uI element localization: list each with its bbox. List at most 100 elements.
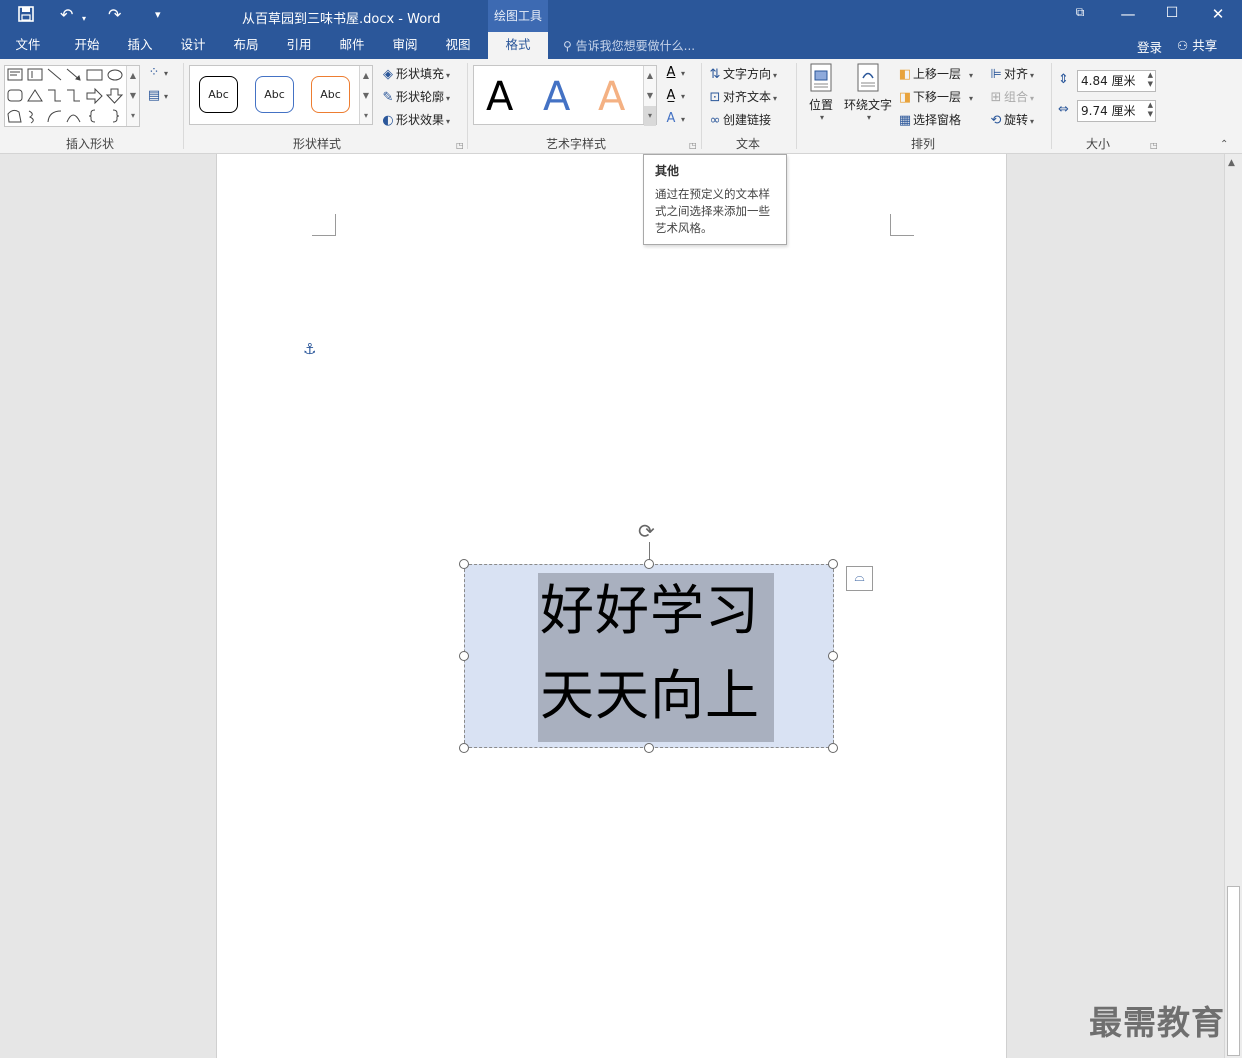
text-direction-icon: ⇅ bbox=[709, 67, 721, 82]
shape-fill-button[interactable]: ◈ 形状填充 ▾ bbox=[380, 65, 450, 82]
align-button[interactable]: ⊫ 对齐 ▾ bbox=[988, 65, 1034, 82]
group-separator bbox=[796, 63, 797, 149]
shape-style-gallery[interactable]: Abc Abc Abc ▲ ▼ ▾ bbox=[189, 65, 373, 125]
scroll-up-icon[interactable]: ▲ bbox=[1228, 158, 1235, 168]
tell-me-search[interactable]: ⚲ 告诉我您想要做什么... bbox=[563, 37, 695, 54]
text-direction-button[interactable]: ⇅ 文字方向 ▾ bbox=[707, 65, 777, 82]
save-icon[interactable] bbox=[18, 6, 34, 26]
resize-handle-top-right[interactable] bbox=[828, 559, 838, 569]
wordart-style-orange[interactable]: A bbox=[598, 74, 625, 120]
resize-handle-left[interactable] bbox=[459, 651, 469, 661]
share-button[interactable]: ⚇ 共享 bbox=[1177, 35, 1217, 54]
maximize-icon[interactable]: ☐ bbox=[1158, 5, 1186, 21]
tab-home[interactable]: 开始 bbox=[66, 32, 108, 59]
width-spinner[interactable]: ▲ ▼ bbox=[1148, 101, 1153, 119]
rotation-handle-line bbox=[649, 542, 650, 560]
position-icon bbox=[810, 63, 832, 92]
edit-shape-button[interactable]: ⁘ ▾ bbox=[146, 65, 168, 80]
tab-insert[interactable]: 插入 bbox=[120, 32, 160, 59]
text-box-button[interactable]: ▤ ▾ bbox=[146, 88, 168, 103]
text-fill-icon: A bbox=[666, 65, 676, 80]
send-backward-label: 下移一层 bbox=[913, 90, 962, 104]
height-spinner[interactable]: ▲ ▼ bbox=[1148, 71, 1153, 89]
tab-layout[interactable]: 布局 bbox=[226, 32, 266, 59]
redo-icon[interactable]: ↷ bbox=[108, 6, 121, 24]
rotation-handle-icon[interactable]: ⟳ bbox=[638, 519, 655, 543]
bring-forward-label: 上移一层 bbox=[913, 67, 962, 81]
layout-options-icon[interactable]: ⌓ bbox=[846, 566, 873, 591]
resize-handle-top[interactable] bbox=[644, 559, 654, 569]
vertical-scrollbar[interactable]: ▲ bbox=[1224, 154, 1242, 1058]
send-backward-button[interactable]: ◨ 下移一层 ▾ bbox=[897, 88, 973, 105]
close-icon[interactable]: ✕ bbox=[1204, 5, 1232, 23]
ribbon-display-options-icon[interactable]: ⧉ bbox=[1066, 5, 1094, 20]
undo-icon[interactable]: ↶ bbox=[60, 6, 73, 24]
tab-design[interactable]: 设计 bbox=[173, 32, 213, 59]
tab-file[interactable]: 文件 bbox=[8, 32, 48, 59]
position-button[interactable]: 位置 ▾ bbox=[806, 63, 836, 123]
text-box-shape[interactable]: 好好学习 天天向上 bbox=[464, 564, 834, 748]
crop-mark-top-left bbox=[312, 214, 336, 236]
text-effects-button[interactable]: A ▾ bbox=[663, 111, 685, 126]
undo-dropdown-icon[interactable]: ▾ bbox=[82, 10, 86, 28]
resize-handle-top-left[interactable] bbox=[459, 559, 469, 569]
group-objects-button[interactable]: ⊞ 组合 ▾ bbox=[988, 88, 1034, 105]
shape-width-input[interactable]: 9.74 厘米 ▲ ▼ bbox=[1077, 100, 1156, 122]
tab-references[interactable]: 引用 bbox=[279, 32, 319, 59]
wordart-gallery[interactable]: A A A ▲ ▼ ▾ bbox=[473, 65, 657, 126]
wrap-text-label: 环绕文字 bbox=[843, 98, 892, 112]
bring-forward-button[interactable]: ◧ 上移一层 ▾ bbox=[897, 65, 973, 82]
tab-format[interactable]: 格式 bbox=[488, 32, 548, 59]
wordart-dialog-launcher-icon[interactable]: ◳ bbox=[689, 141, 697, 150]
wordart-more-button[interactable]: ▾ bbox=[644, 106, 656, 126]
align-icon: ⊫ bbox=[990, 67, 1002, 82]
text-line-2[interactable]: 天天向上 bbox=[540, 666, 760, 726]
text-line-1[interactable]: 好好学习 bbox=[540, 581, 760, 641]
tooltip-title: 其他 bbox=[655, 164, 680, 178]
shape-outline-button[interactable]: ✎ 形状轮廓 ▾ bbox=[380, 88, 450, 105]
resize-handle-right[interactable] bbox=[828, 651, 838, 661]
rotate-objects-icon: ⟲ bbox=[990, 113, 1002, 128]
shapes-icons[interactable] bbox=[5, 66, 127, 126]
size-dialog-launcher-icon[interactable]: ◳ bbox=[1150, 141, 1158, 150]
title-bar: ↶ ▾ ↷ ▾ 从百草园到三味书屋.docx - Word 绘图工具 ⧉ — ☐… bbox=[0, 0, 1242, 32]
shape-style-orange[interactable]: Abc bbox=[311, 76, 350, 113]
tooltip-body: 通过在预定义的文本样式之间选择来添加一些艺术风格。 bbox=[655, 187, 770, 235]
rotate-button[interactable]: ⟲ 旋转 ▾ bbox=[988, 111, 1034, 128]
login-link[interactable]: 登录 bbox=[1137, 37, 1162, 56]
shape-effects-button[interactable]: ◐ 形状效果 ▾ bbox=[380, 111, 450, 128]
shape-style-blue[interactable]: Abc bbox=[255, 76, 294, 113]
align-text-button[interactable]: ⊡ 对齐文本 ▾ bbox=[707, 88, 777, 105]
text-fill-button[interactable]: A ▾ bbox=[663, 65, 685, 80]
resize-handle-bottom-right[interactable] bbox=[828, 743, 838, 753]
scrollbar-thumb[interactable] bbox=[1227, 886, 1240, 1056]
tab-mailings[interactable]: 邮件 bbox=[332, 32, 372, 59]
minimize-icon[interactable]: — bbox=[1114, 5, 1142, 23]
shape-height-input[interactable]: 4.84 厘米 ▲ ▼ bbox=[1077, 70, 1156, 92]
selection-pane-button[interactable]: ▦ 选择窗格 bbox=[897, 111, 961, 128]
selection-pane-label: 选择窗格 bbox=[913, 113, 962, 127]
create-link-label: 创建链接 bbox=[723, 113, 772, 127]
tab-view[interactable]: 视图 bbox=[438, 32, 478, 59]
lightbulb-icon: ⚲ bbox=[563, 39, 572, 53]
wrap-text-button[interactable]: 环绕文字 ▾ bbox=[842, 63, 894, 123]
align-text-icon: ⊡ bbox=[709, 90, 721, 105]
link-icon: ∞ bbox=[709, 113, 721, 128]
customize-quick-access-icon[interactable]: ▾ bbox=[155, 6, 161, 24]
align-text-label: 对齐文本 bbox=[723, 90, 772, 104]
shape-style-black[interactable]: Abc bbox=[199, 76, 238, 113]
text-direction-label: 文字方向 bbox=[723, 67, 772, 81]
text-outline-button[interactable]: A̲ ▾ bbox=[663, 88, 685, 103]
shape-gallery[interactable]: ▲ ▼ ▾ bbox=[4, 65, 140, 127]
resize-handle-bottom-left[interactable] bbox=[459, 743, 469, 753]
tab-review[interactable]: 审阅 bbox=[385, 32, 425, 59]
wordart-style-black[interactable]: A bbox=[486, 74, 513, 120]
wordart-style-blue[interactable]: A bbox=[543, 74, 570, 120]
send-backward-icon: ◨ bbox=[898, 90, 912, 105]
resize-handle-bottom[interactable] bbox=[644, 743, 654, 753]
text-outline-icon: A̲ bbox=[666, 88, 676, 103]
create-link-button[interactable]: ∞ 创建链接 bbox=[707, 111, 771, 128]
shape-styles-dialog-launcher-icon[interactable]: ◳ bbox=[456, 141, 464, 150]
ribbon: ▲ ▼ ▾ ⁘ ▾ ▤ ▾ 插入形状 Abc Abc Abc ▲ ▼ ▾ ◈ 形状填充 ▾ ✎ 形… bbox=[0, 59, 1242, 201]
collapse-ribbon-icon[interactable]: ⌃ bbox=[1220, 139, 1228, 150]
